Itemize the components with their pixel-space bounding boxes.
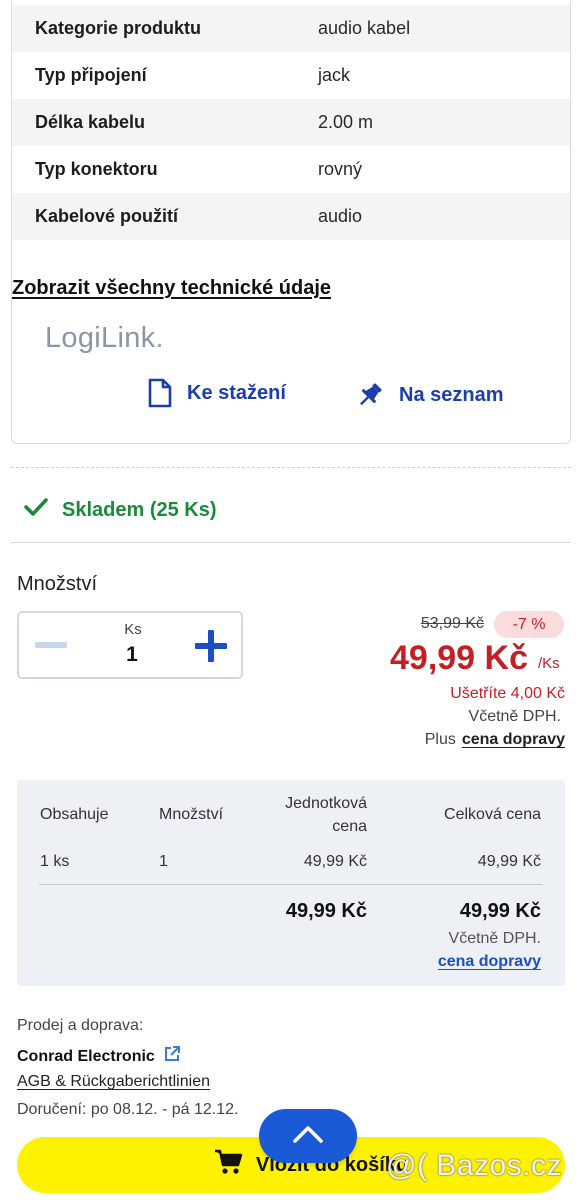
add-to-list-button[interactable]: Na seznam [355, 380, 504, 410]
spec-key: Kabelové použití [35, 206, 179, 226]
watermark: @( Bazos.cz [386, 1149, 562, 1182]
table-cell: 49,99 Kč [303, 853, 367, 870]
spec-card: Kategorie produktu audio kabel Typ připo… [11, 0, 571, 444]
divider [11, 467, 571, 468]
spec-value: rovný [318, 159, 363, 179]
shipping-cost-link[interactable]: cena dopravy [438, 953, 541, 971]
spec-row: Kategorie produktu audio kabel [12, 5, 570, 52]
spec-row: Typ konektoru rovný [12, 146, 570, 193]
all-specs-link[interactable]: Zobrazit všechny technické údaje [12, 277, 331, 300]
quantity-label: Množství [17, 573, 98, 595]
shipping-cost-link[interactable]: cena dopravy [462, 731, 565, 748]
seller-name[interactable]: Conrad Electronic [17, 1045, 181, 1068]
spec-value: audio kabel [318, 18, 411, 38]
table-header: cena [332, 818, 367, 835]
delivery-date: Doručení: po 08.12. - pá 12.12. [17, 1101, 239, 1118]
seller-name-text: Conrad Electronic [17, 1047, 155, 1065]
spec-row: Typ připojení jack [12, 52, 570, 99]
total-unit-price: 49,99 Kč [285, 900, 367, 922]
external-link-icon[interactable] [155, 1045, 181, 1068]
spec-row: Délka kabelu 2.00 m [12, 99, 570, 146]
spec-value: 2.00 m [318, 112, 374, 132]
old-price: 53,99 Kč [420, 615, 484, 632]
spec-key: Délka kabelu [35, 112, 146, 132]
table-header: Množství [159, 806, 224, 823]
divider [11, 542, 571, 543]
spec-key: Kategorie produktu [35, 18, 202, 38]
brand-logo-dot: . [155, 322, 164, 354]
spec-key: Typ konektoru [35, 159, 158, 179]
scroll-to-top-button[interactable] [259, 1109, 357, 1163]
download-button[interactable]: Ke stažení [147, 378, 286, 408]
vat-note: Včetně DPH. [468, 708, 561, 725]
spec-key: Typ připojení [35, 65, 147, 85]
table-cell: 1 [159, 853, 168, 870]
spec-row: Kabelové použití audio [12, 193, 570, 240]
savings-text: Ušetříte 4,00 Kč [450, 685, 565, 702]
discount-badge: -7 % [494, 611, 564, 638]
plus-icon[interactable] [195, 630, 227, 662]
plus-text: Plus [424, 731, 456, 748]
shipping-note: Plus cena dopravy [425, 731, 565, 749]
vat-note: Včetně DPH. [448, 930, 541, 947]
brand-logo-text: LogiLink [45, 322, 156, 354]
chevron-up-icon [292, 1124, 324, 1149]
pin-icon [355, 380, 385, 410]
spec-value: jack [318, 65, 351, 85]
table-header: Celková cena [444, 806, 541, 823]
table-header: Jednotková [285, 795, 367, 812]
document-icon [147, 378, 173, 408]
brand-logo: LogiLink. [45, 322, 164, 355]
table-cell: 49,99 Kč [477, 853, 541, 870]
download-label: Ke stažení [187, 381, 286, 404]
stock-label: Skladem (25 Ks) [62, 498, 217, 521]
price-unit: /Ks [538, 655, 560, 672]
add-to-list-label: Na seznam [399, 383, 504, 406]
quantity-stepper: Ks 1 [17, 611, 243, 679]
total-price: 49,99 Kč [459, 900, 541, 922]
checkmark-icon [24, 497, 62, 523]
cart-icon [174, 1149, 256, 1181]
package-table: Obsahuje Množství Jednotková cena Celkov… [17, 780, 565, 986]
spec-value: audio [318, 206, 363, 226]
terms-link[interactable]: AGB & Rückgaberichtlinien [17, 1073, 210, 1091]
current-price: 49,99 Kč [390, 639, 528, 677]
stock-status: Skladem (25 Ks) [24, 497, 217, 523]
table-cell: 1 ks [40, 853, 70, 870]
seller-heading: Prodej a doprava: [17, 1017, 144, 1034]
table-divider [39, 884, 542, 885]
table-header: Obsahuje [40, 806, 109, 823]
